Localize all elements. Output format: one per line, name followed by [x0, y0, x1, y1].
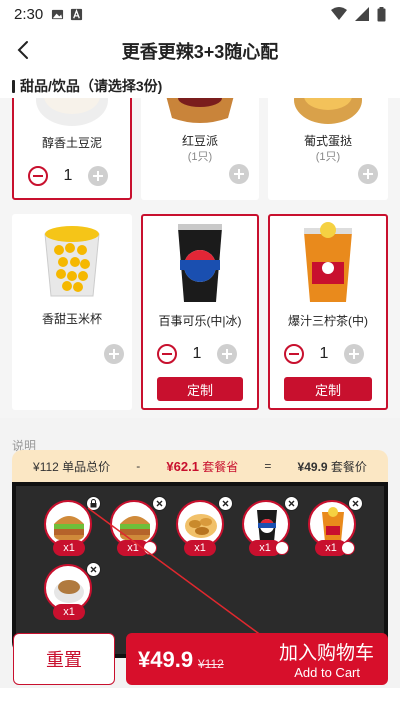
- customize-button[interactable]: 定制: [157, 377, 243, 401]
- edit-icon[interactable]: [341, 541, 355, 555]
- plus-button[interactable]: [344, 344, 364, 364]
- quantity-stepper: 1: [284, 344, 364, 364]
- reset-button[interactable]: 重置: [13, 633, 115, 685]
- battery-icon: [377, 6, 386, 21]
- plus-icon: [222, 349, 232, 359]
- product-card-mashed-potato[interactable]: 醇香土豆泥 1: [12, 98, 132, 200]
- save-label: 套餐省: [202, 459, 239, 474]
- minus-button[interactable]: [284, 344, 304, 364]
- plus-icon: [109, 349, 119, 359]
- product-card-lemon-tea[interactable]: 爆汁三柠茶(中) 1 定制: [268, 214, 388, 410]
- plus-icon: [349, 349, 359, 359]
- header: 更香更辣3+3随心配: [0, 28, 400, 74]
- quantity-count: 1: [319, 345, 329, 362]
- edit-icon[interactable]: [275, 541, 289, 555]
- remove-icon[interactable]: [86, 562, 101, 577]
- quantity-stepper: [229, 164, 249, 184]
- minus-icon: [289, 353, 299, 355]
- tray-item-badge: x1: [53, 540, 85, 556]
- font-icon: [71, 8, 83, 20]
- quantity-stepper: 1: [157, 344, 237, 364]
- mashed-potato-icon: [54, 580, 84, 603]
- minus-button[interactable]: [28, 166, 48, 186]
- add-to-cart-button[interactable]: ¥49.9 ¥112 加入购物车 Add to Cart: [126, 633, 388, 685]
- remove-icon[interactable]: [218, 496, 233, 511]
- signal-icon: [355, 7, 369, 21]
- minus-button[interactable]: [157, 344, 177, 364]
- product-image: [270, 222, 386, 310]
- save-amount: ¥62.1: [166, 458, 199, 474]
- minus-icon: [162, 353, 172, 355]
- remove-icon[interactable]: [152, 496, 167, 511]
- equals-sign: =: [264, 459, 272, 473]
- product-card-red-bean-pie[interactable]: 红豆派 (1只): [141, 98, 259, 200]
- minus-icon: [33, 175, 43, 177]
- tray-item-badge: x1: [184, 540, 216, 556]
- product-name: 香甜玉米杯: [41, 312, 102, 326]
- price-summary: ¥112 单品总价 - ¥62.1 套餐省 = ¥49.9 套餐价: [12, 450, 388, 482]
- product-image: [268, 98, 388, 128]
- quantity-count: 1: [192, 345, 202, 362]
- quantity-count: 1: [63, 167, 73, 184]
- product-name: 葡式蛋挞: [303, 134, 352, 148]
- cart-cta-en: Add to Cart: [294, 665, 360, 680]
- lock-icon: [86, 496, 101, 511]
- section-header: 甜品/饮品（请选择3份): [0, 74, 400, 98]
- section-title: 甜品/饮品（请选择3份): [20, 78, 163, 94]
- wifi-icon: [331, 7, 347, 20]
- product-image: [12, 220, 132, 306]
- product-card-pepsi[interactable]: 百事可乐(中|冰) 1 定制: [141, 214, 259, 410]
- combo-amount: ¥49.9: [297, 459, 328, 474]
- product-name: 爆汁三柠茶(中): [288, 314, 368, 328]
- bottom-strip: [0, 688, 400, 711]
- page-title: 更香更辣3+3随心配: [121, 42, 279, 62]
- cart-old-price: ¥112: [198, 657, 224, 671]
- quantity-stepper: [358, 164, 378, 184]
- section-bar: [12, 79, 15, 93]
- product-name: 百事可乐(中|冰): [158, 314, 242, 328]
- product-card-egg-tart[interactable]: 葡式蛋挞 (1只): [268, 98, 388, 200]
- pepsi-icon: [257, 510, 277, 542]
- image-icon: [52, 9, 64, 19]
- chicken-pieces-icon: [185, 514, 217, 538]
- product-image: [143, 222, 257, 310]
- product-image: [14, 98, 130, 128]
- burger-icon: [54, 516, 84, 541]
- plus-button[interactable]: [229, 164, 249, 184]
- customize-button[interactable]: 定制: [284, 377, 372, 401]
- plus-button[interactable]: [104, 344, 124, 364]
- minus-sign: -: [136, 459, 141, 473]
- combo-label: 套餐价: [330, 459, 367, 474]
- total-price: ¥112 单品总价: [33, 459, 111, 474]
- product-qty-note: (1只): [187, 151, 213, 163]
- remove-icon[interactable]: [284, 496, 299, 511]
- product-name: 红豆派: [181, 134, 218, 148]
- lemon-tea-icon: [322, 507, 344, 542]
- plus-icon: [234, 169, 244, 179]
- product-qty-note: (1只): [315, 151, 341, 163]
- quantity-stepper: 1: [28, 166, 108, 186]
- product-name: 醇香土豆泥: [41, 136, 102, 150]
- plus-icon: [93, 171, 103, 181]
- product-card-corn-cup[interactable]: 香甜玉米杯: [12, 214, 132, 410]
- plus-button[interactable]: [217, 344, 237, 364]
- plus-icon: [363, 169, 373, 179]
- product-grid: 醇香土豆泥 1 红豆派 (1只) 葡式蛋挞 (1只) 香甜玉米杯 百事可乐(中|…: [0, 98, 400, 418]
- edit-icon[interactable]: [143, 541, 157, 555]
- status-bar: 2:30: [0, 0, 400, 28]
- plus-button[interactable]: [88, 166, 108, 186]
- plus-button[interactable]: [358, 164, 378, 184]
- product-image: [141, 98, 259, 128]
- burger-icon: [120, 516, 150, 541]
- quantity-stepper: [104, 344, 124, 364]
- cart-price: ¥49.9: [138, 647, 194, 672]
- status-time: 2:30: [14, 5, 44, 23]
- tray-item-badge: x1: [53, 604, 85, 620]
- back-arrow-icon[interactable]: [12, 38, 36, 62]
- remove-icon[interactable]: [348, 496, 363, 511]
- cart-cta: 加入购物车: [278, 643, 374, 664]
